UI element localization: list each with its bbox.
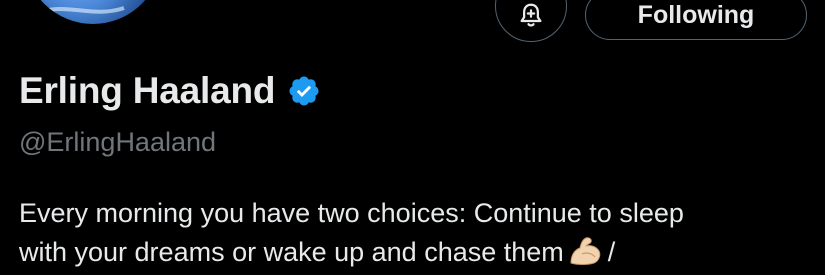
flexed-biceps-icon	[570, 237, 601, 265]
notifications-button[interactable]	[495, 0, 567, 42]
avatar-image	[43, 6, 125, 14]
bio: Every morning you have two choices: Cont…	[19, 194, 819, 272]
bio-line-2-tail: /	[607, 237, 616, 267]
avatar[interactable]	[20, 0, 166, 28]
following-button[interactable]: Following	[585, 0, 807, 40]
name-row: Erling Haaland	[19, 66, 321, 116]
username-handle: @ErlingHaaland	[19, 127, 217, 157]
following-button-label: Following	[637, 0, 755, 29]
bio-line-1: Every morning you have two choices: Cont…	[19, 198, 684, 228]
verified-badge-icon[interactable]	[287, 74, 321, 108]
bio-line-2: with your dreams or wake up and chase th…	[19, 233, 819, 272]
bell-icon	[520, 3, 542, 27]
display-name: Erling Haaland	[19, 70, 276, 111]
bio-line-2-text: with your dreams or wake up and chase th…	[19, 237, 564, 267]
